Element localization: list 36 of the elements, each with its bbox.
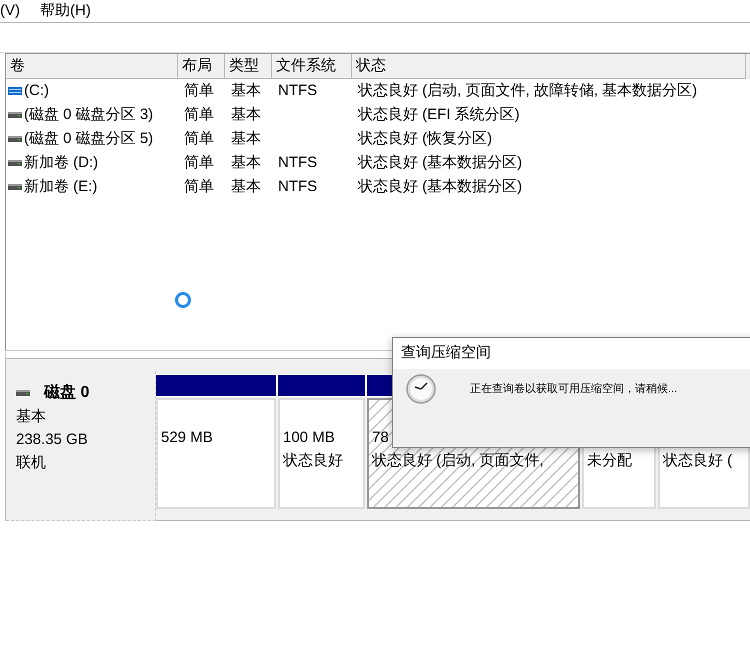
- disk-size: 238.35 GB: [16, 430, 89, 450]
- table-cell-text: 状态良好 (基本数据分区): [358, 176, 522, 197]
- table-cell-text: 新加卷 (D:): [24, 152, 98, 173]
- table-cell-text: 基本: [231, 104, 261, 125]
- disk-type: 基本: [16, 407, 47, 427]
- table-cell-text: 状态良好 (启动, 页面文件, 故障转储, 基本数据分区): [358, 80, 698, 101]
- partition-label: 未分配: [587, 451, 633, 471]
- table-cell-text: 简单: [184, 128, 214, 149]
- table-cell-text: 新加卷 (E:): [24, 176, 98, 197]
- table-cell-text: 简单: [184, 80, 214, 101]
- table-cell-text: 基本: [231, 80, 261, 101]
- table-cell-text: 基本: [231, 176, 261, 197]
- table-cell-text: NTFS: [278, 176, 318, 197]
- partition-label: 100 MB: [283, 428, 336, 448]
- disk-name: 磁盘 0: [44, 382, 90, 403]
- table-cell-text: (磁盘 0 磁盘分区 5): [24, 128, 154, 149]
- table-cell-text: 简单: [184, 152, 214, 173]
- table-cell-text: 基本: [231, 152, 261, 173]
- table-cell-text: NTFS: [278, 80, 318, 101]
- partition-label: 78: [372, 428, 390, 448]
- table-cell-text: 状态良好 (基本数据分区): [358, 152, 522, 173]
- dialog-message: 正在查询卷以获取可用压缩空间，请稍候...: [470, 382, 678, 397]
- table-cell-text: (磁盘 0 磁盘分区 3): [24, 104, 154, 125]
- table-cell-text: 简单: [184, 104, 214, 125]
- table-cell-text: 简单: [184, 176, 214, 197]
- table-cell-text: (C:): [24, 80, 49, 101]
- partition-label: 状态良好 (启动, 页面文件,: [372, 451, 545, 471]
- dialog-title: 查询压缩空间: [401, 343, 491, 364]
- table-cell-text: NTFS: [278, 152, 318, 173]
- disk-status: 联机: [16, 453, 47, 473]
- partition-label: 状态良好: [283, 451, 344, 471]
- table-cell-text: 状态良好 (恢复分区): [358, 128, 492, 149]
- table-cell-text: 状态良好 (EFI 系统分区): [358, 104, 520, 125]
- table-cell-text: 基本: [231, 128, 261, 149]
- partition-label: 状态良好 (: [663, 451, 734, 471]
- partition-label: 529 MB: [161, 428, 214, 448]
